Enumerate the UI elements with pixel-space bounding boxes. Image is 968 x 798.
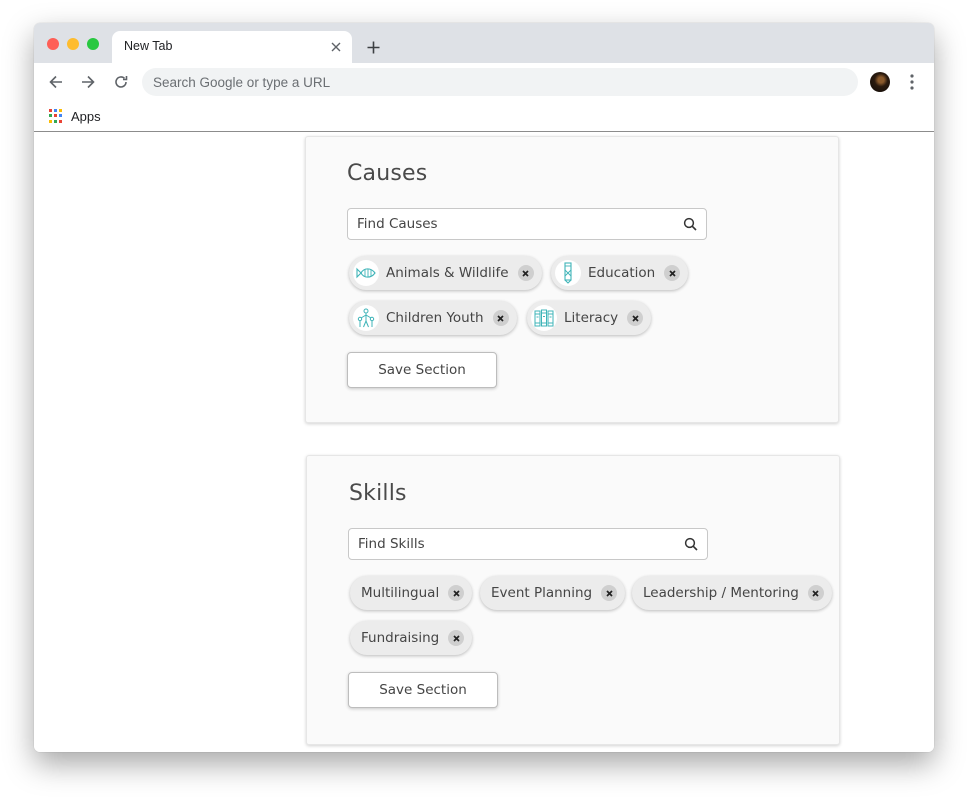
tab-new-tab[interactable]: New Tab (112, 31, 352, 63)
chip-label: Event Planning (491, 585, 593, 601)
reload-icon[interactable] (109, 70, 133, 94)
books-icon (531, 305, 557, 331)
apps-grid-icon (49, 109, 63, 123)
skills-save-button[interactable]: Save Section (348, 672, 498, 708)
chip-label: Education (588, 265, 656, 281)
remove-chip-x-icon[interactable] (627, 310, 644, 326)
skills-search-input[interactable] (358, 529, 678, 559)
fish-icon (353, 260, 379, 286)
chip-label: Multilingual (361, 585, 440, 601)
cause-chip-children-youth: Children Youth (349, 301, 517, 335)
family-icon (353, 305, 379, 331)
skill-chip-multilingual: Multilingual (350, 576, 473, 610)
bookmarks-bar: Apps (34, 101, 934, 132)
skill-chip-event-planning: Event Planning (480, 576, 626, 610)
forward-arrow-icon[interactable] (76, 70, 100, 94)
tab-title: New Tab (124, 39, 173, 53)
omnibox[interactable] (142, 68, 858, 96)
chip-label: Children Youth (386, 310, 484, 326)
remove-chip-x-icon[interactable] (448, 585, 465, 601)
skills-card: Skills Multilingual Event Planning Leade… (306, 455, 840, 745)
causes-search-input[interactable] (357, 209, 677, 239)
cause-chip-animals-wildlife: Animals & Wildlife (349, 256, 542, 290)
remove-chip-x-icon[interactable] (492, 310, 509, 326)
causes-save-button[interactable]: Save Section (347, 352, 497, 388)
skill-chip-fundraising: Fundraising (350, 621, 473, 655)
search-icon (684, 537, 698, 551)
apps-label: Apps (71, 108, 101, 124)
chip-label: Leadership / Mentoring (643, 585, 799, 601)
minimize-window-button[interactable] (67, 38, 79, 50)
chip-label: Animals & Wildlife (386, 265, 509, 281)
tab-close-icon[interactable] (326, 37, 346, 57)
cause-chip-education: Education (551, 256, 689, 290)
remove-chip-x-icon[interactable] (448, 630, 465, 646)
chip-label: Fundraising (361, 630, 440, 646)
causes-search[interactable] (347, 208, 707, 240)
search-icon (683, 217, 697, 231)
remove-chip-x-icon[interactable] (601, 585, 618, 601)
pencil-icon (555, 260, 581, 286)
skills-search[interactable] (348, 528, 708, 560)
causes-title: Causes (347, 161, 428, 186)
omnibox-input[interactable] (153, 68, 843, 96)
kebab-menu-icon[interactable] (902, 70, 922, 94)
cause-chip-literacy: Literacy (527, 301, 652, 335)
profile-avatar[interactable] (870, 72, 890, 92)
new-tab-plus-icon[interactable] (361, 35, 385, 59)
tab-strip: New Tab (34, 23, 934, 63)
toolbar (34, 63, 934, 101)
apps-shortcut[interactable]: Apps (49, 106, 101, 126)
remove-chip-x-icon[interactable] (517, 265, 534, 281)
close-window-button[interactable] (47, 38, 59, 50)
skills-title: Skills (349, 481, 407, 506)
page-content: Causes Animals & Wildlife E (34, 133, 934, 752)
maximize-window-button[interactable] (87, 38, 99, 50)
back-arrow-icon[interactable] (44, 70, 68, 94)
causes-card: Causes Animals & Wildlife E (305, 136, 839, 423)
skill-chip-leadership-mentoring: Leadership / Mentoring (632, 576, 832, 610)
remove-chip-x-icon[interactable] (807, 585, 824, 601)
chip-label: Literacy (564, 310, 619, 326)
browser-window: New Tab Search Google or type a URL Apps… (34, 23, 934, 752)
remove-chip-x-icon[interactable] (664, 265, 681, 281)
